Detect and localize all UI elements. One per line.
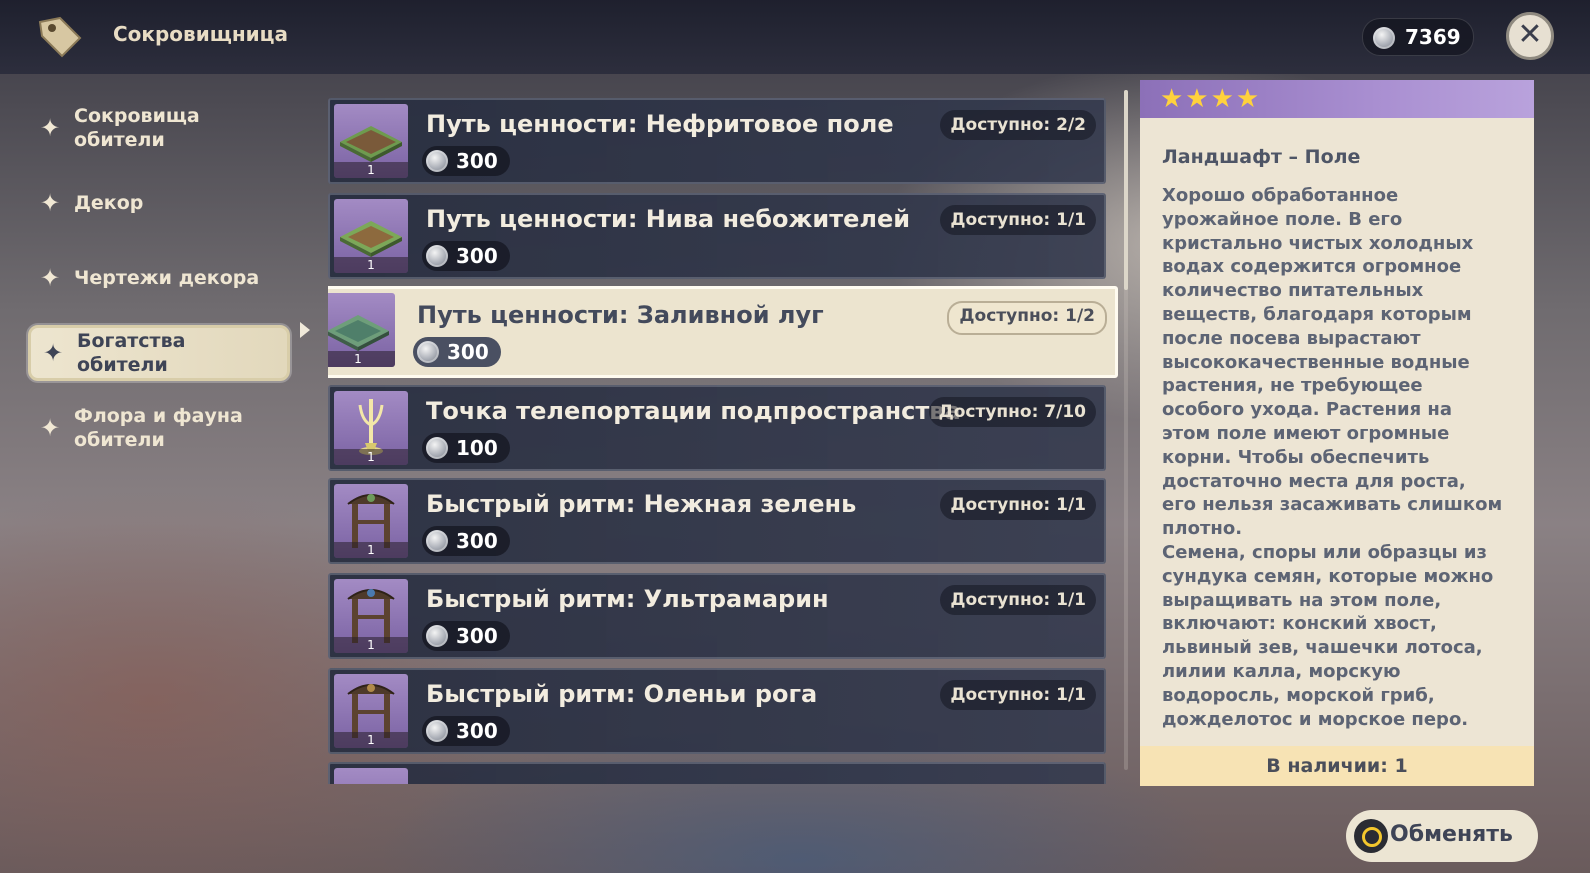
availability-badge: Доступно: 1/1 (940, 205, 1096, 235)
teleport-icon: 1 (334, 391, 408, 465)
field-icon: 1 (334, 199, 408, 273)
list-item[interactable]: 1 Точка телепортации подпространства 100… (328, 385, 1106, 471)
sidebar-item-label: Сокровища обители (74, 105, 200, 151)
list-item[interactable]: 1 Быстрый ритм: Ультрамарин 300 Доступно… (328, 573, 1106, 659)
sidebar-item-realm-treasures[interactable]: ✦ Сокровища обители (28, 97, 290, 159)
coin-icon (426, 625, 448, 647)
availability-badge: Доступно: 2/2 (940, 110, 1096, 140)
field-icon: 1 (334, 104, 408, 178)
sidebar-item-flora-fauna[interactable]: ✦ Флора и фауна обители (28, 397, 290, 459)
page-title: Сокровищница (113, 22, 288, 46)
item-name: Быстрый ритм: Оленьи рога (426, 680, 818, 708)
item-price: 300 (422, 146, 510, 176)
availability-badge: Доступно: 1/1 (940, 585, 1096, 615)
item-quantity: 1 (334, 637, 408, 653)
item-quantity: 1 (334, 732, 408, 748)
gate-icon (334, 768, 408, 784)
tag-icon (38, 16, 82, 58)
list-item[interactable]: 1 Путь ценности: Нива небожителей 300 До… (328, 193, 1106, 279)
detail-panel: ★★★★ Ландшафт – Поле Хорошо обработанное… (1140, 80, 1534, 786)
list-item-partial[interactable] (328, 762, 1106, 784)
sparkle-icon: ✦ (43, 339, 64, 367)
coin-icon (426, 437, 448, 459)
confirm-ring-icon (1354, 819, 1388, 853)
item-price: 300 (422, 526, 510, 556)
sparkle-icon: ✦ (40, 114, 61, 142)
list-item[interactable]: 1 Путь ценности: Нефритовое поле 300 Дос… (328, 98, 1106, 184)
item-name: Путь ценности: Заливной луг (417, 301, 824, 329)
rarity-header: ★★★★ (1140, 80, 1534, 118)
item-price: 100 (422, 433, 510, 463)
list-item[interactable]: 1 Быстрый ритм: Оленьи рога 300 Доступно… (328, 668, 1106, 754)
gate-icon: 1 (334, 579, 408, 653)
list-item[interactable]: 1 Быстрый ритм: Нежная зелень 300 Доступ… (328, 478, 1106, 564)
gate-icon: 1 (334, 484, 408, 558)
item-price: 300 (422, 621, 510, 651)
sidebar-item-decor[interactable]: ✦ Декор (28, 172, 290, 234)
item-price: 300 (422, 716, 510, 746)
list-item-selected[interactable]: 1 Путь ценности: Заливной луг 300 Доступ… (328, 286, 1118, 378)
stock-count: В наличии: 1 (1140, 746, 1534, 786)
availability-badge: Доступно: 1/2 (947, 301, 1107, 335)
coin-icon (426, 150, 448, 172)
exchange-button-label: Обменять (1390, 822, 1513, 847)
coin-icon (417, 341, 439, 363)
currency-value: 7369 (1405, 25, 1461, 49)
close-icon: ✕ (1517, 17, 1543, 52)
availability-badge: Доступно: 1/1 (940, 490, 1096, 520)
item-name: Точка телепортации подпространства (426, 397, 961, 425)
item-quantity: 1 (334, 257, 408, 273)
item-quantity: 1 (334, 542, 408, 558)
coin-icon (426, 720, 448, 742)
item-name: Быстрый ритм: Нежная зелень (426, 490, 857, 518)
currency-display: 7369 (1362, 18, 1474, 56)
field-icon: 1 (328, 293, 395, 367)
selection-arrow-icon (300, 322, 310, 338)
item-quantity: 1 (328, 351, 395, 367)
item-name: Путь ценности: Нива небожителей (426, 205, 911, 233)
availability-badge: Доступно: 7/10 (928, 397, 1096, 427)
item-name: Путь ценности: Нефритовое поле (426, 110, 894, 138)
item-quantity: 1 (334, 449, 408, 465)
list-scrollbar[interactable] (1124, 90, 1128, 770)
sidebar-item-decor-blueprints[interactable]: ✦ Чертежи декора (28, 247, 290, 309)
gate-icon: 1 (334, 674, 408, 748)
item-quantity: 1 (334, 162, 408, 178)
exchange-button[interactable]: Обменять (1346, 810, 1538, 862)
item-price: 300 (422, 241, 510, 271)
coin-icon (426, 530, 448, 552)
sidebar-item-realm-wealth[interactable]: ✦ Богатства обители (28, 325, 290, 381)
top-bar: Сокровищница 7369 ✕ (0, 0, 1590, 74)
availability-badge: Доступно: 1/1 (940, 680, 1096, 710)
rarity-stars-icon: ★★★★ (1160, 84, 1262, 114)
item-price: 300 (413, 337, 501, 367)
sparkle-icon: ✦ (40, 264, 61, 292)
item-description: Хорошо обработанное урожайное поле. В ег… (1162, 185, 1503, 730)
item-name: Быстрый ритм: Ультрамарин (426, 585, 829, 613)
coin-icon (426, 245, 448, 267)
item-list[interactable]: 1 Путь ценности: Нефритовое поле 300 Дос… (328, 98, 1118, 784)
sparkle-icon: ✦ (40, 189, 61, 217)
sidebar-item-label: Флора и фауна обители (74, 405, 243, 451)
sidebar-item-label: Декор (74, 192, 144, 214)
scrollbar-thumb[interactable] (1124, 90, 1128, 290)
sparkle-icon: ✦ (40, 414, 61, 442)
coin-icon (1373, 27, 1395, 49)
sidebar-item-label: Богатства обители (77, 330, 186, 376)
sidebar-item-label: Чертежи декора (74, 267, 260, 289)
item-type: Ландшафт – Поле (1162, 146, 1361, 168)
close-button[interactable]: ✕ (1506, 12, 1554, 60)
